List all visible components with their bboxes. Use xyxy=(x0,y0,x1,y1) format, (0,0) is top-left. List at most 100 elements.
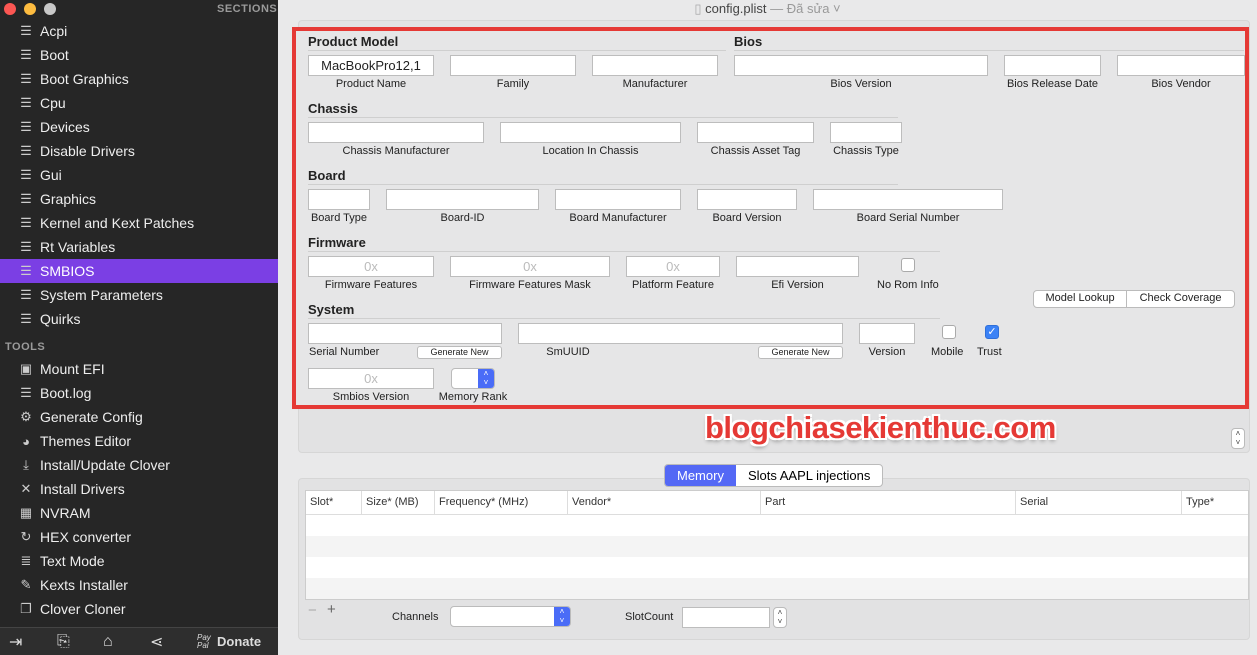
list-icon: ☰ xyxy=(20,23,32,38)
scroll-stepper[interactable]: ˄ ˅ xyxy=(1231,428,1245,449)
platform-feature-input[interactable]: 0x xyxy=(626,256,720,277)
close-window-button[interactable] xyxy=(4,3,16,15)
group-header-firmware: Firmware xyxy=(308,235,366,250)
version-input[interactable] xyxy=(859,323,915,344)
chassis-asset-tag-input[interactable] xyxy=(697,122,814,143)
column-header[interactable]: Size* (MB) xyxy=(361,491,434,514)
board-manufacturer-input[interactable] xyxy=(555,189,681,210)
smbios-version-input[interactable]: 0x xyxy=(308,368,434,389)
location-in-chassis-input[interactable] xyxy=(500,122,681,143)
bios-version-input[interactable] xyxy=(734,55,988,76)
chevron-down-icon[interactable]: ˅ xyxy=(829,1,841,16)
list-icon: ☰ xyxy=(20,47,32,62)
board-serial-input[interactable] xyxy=(813,189,1003,210)
slotcount-input[interactable] xyxy=(682,607,770,628)
channels-popup[interactable]: ˄ ˅ xyxy=(450,606,571,627)
column-header[interactable]: Type* xyxy=(1181,491,1248,514)
donate-button[interactable]: Donate xyxy=(217,634,261,649)
sidebar-item-smbios[interactable]: ☰ SMBIOS xyxy=(0,259,278,283)
board-id-input[interactable] xyxy=(386,189,539,210)
sidebar-item-boot[interactable]: ☰ Boot xyxy=(0,43,278,67)
sidebar-item-label: Cpu xyxy=(40,95,66,111)
generate-smuuid-button[interactable]: Generate New xyxy=(758,346,843,359)
tool-item-generate-config[interactable]: ⚙ Generate Config xyxy=(0,405,278,429)
sidebar-item-label: SMBIOS xyxy=(40,263,95,279)
tool-item-boot-log[interactable]: ☰ Boot.log xyxy=(0,381,278,405)
export-icon[interactable]: ⎘ xyxy=(57,633,70,651)
add-row-button[interactable]: + xyxy=(327,601,336,618)
sidebar-item-cpu[interactable]: ☰ Cpu xyxy=(0,91,278,115)
sidebar-item-kernel-and-kext-patches[interactable]: ☰ Kernel and Kext Patches xyxy=(0,211,278,235)
zoom-window-button[interactable] xyxy=(44,3,56,15)
efi-version-input[interactable] xyxy=(736,256,859,277)
column-header[interactable]: Frequency* (MHz) xyxy=(434,491,567,514)
memory-table[interactable]: Slot* Size* (MB) Frequency* (MHz) Vendor* Pa… xyxy=(305,490,1249,600)
table-row xyxy=(306,557,1248,578)
firmware-features-mask-input[interactable]: 0x xyxy=(450,256,610,277)
version-label: Version xyxy=(868,346,906,358)
tool-item-themes-editor[interactable]: ◕ Themes Editor xyxy=(0,429,278,453)
sections-header: SECTIONS xyxy=(217,3,278,15)
sidebar-item-label: System Parameters xyxy=(40,287,163,303)
firmware-features-mask-label: Firmware Features Mask xyxy=(469,279,591,291)
chassis-manufacturer-input[interactable] xyxy=(308,122,484,143)
tool-item-install-update-clover[interactable]: ⤓ Install/Update Clover xyxy=(0,453,278,477)
firmware-features-input[interactable]: 0x xyxy=(308,256,434,277)
bios-release-date-input[interactable] xyxy=(1004,55,1101,76)
board-type-input[interactable] xyxy=(308,189,370,210)
group-divider xyxy=(308,50,726,51)
sidebar-item-acpi[interactable]: ☰ Acpi xyxy=(0,19,278,43)
bios-vendor-input[interactable] xyxy=(1117,55,1245,76)
tab-memory[interactable]: Memory xyxy=(665,465,736,486)
tool-item-label: Mount EFI xyxy=(40,361,105,377)
sidebar-item-disable-drivers[interactable]: ☰ Disable Drivers xyxy=(0,139,278,163)
share-icon[interactable]: ⋖ xyxy=(150,632,163,652)
mobile-label: Mobile xyxy=(931,346,964,358)
sidebar-item-gui[interactable]: ☰ Gui xyxy=(0,163,278,187)
column-header[interactable]: Slot* xyxy=(306,491,361,514)
home-icon[interactable]: ⌂ xyxy=(103,633,113,651)
list-icon: ☰ xyxy=(20,167,32,182)
tool-item-install-drivers[interactable]: ✕ Install Drivers xyxy=(0,477,278,501)
model-lookup-button[interactable]: Model Lookup xyxy=(1034,291,1128,307)
family-input[interactable] xyxy=(450,55,576,76)
column-header[interactable]: Part xyxy=(760,491,1015,514)
no-rom-info-label: No Rom Info xyxy=(877,279,939,291)
tool-item-kexts-installer[interactable]: ✎ Kexts Installer xyxy=(0,573,278,597)
no-rom-info-checkbox[interactable] xyxy=(901,258,915,272)
list-icon: ☰ xyxy=(20,119,32,134)
serial-number-input[interactable] xyxy=(308,323,502,344)
tool-item-hex-converter[interactable]: ↻ HEX converter xyxy=(0,525,278,549)
remove-row-button[interactable]: − xyxy=(308,602,317,619)
tool-item-nvram[interactable]: ▦ NVRAM xyxy=(0,501,278,525)
generate-serial-button[interactable]: Generate New xyxy=(417,346,502,359)
minimize-window-button[interactable] xyxy=(24,3,36,15)
sidebar-item-boot-graphics[interactable]: ☰ Boot Graphics xyxy=(0,67,278,91)
sidebar-item-graphics[interactable]: ☰ Graphics xyxy=(0,187,278,211)
sidebar-item-label: Devices xyxy=(40,119,90,135)
trust-checkbox[interactable]: ✓ xyxy=(985,325,999,339)
board-version-input[interactable] xyxy=(697,189,797,210)
tool-item-clover-cloner[interactable]: ❐ Clover Cloner xyxy=(0,597,278,621)
product-name-input[interactable]: MacBookPro12,1 xyxy=(308,55,434,76)
mobile-checkbox[interactable] xyxy=(942,325,956,339)
sidebar-item-devices[interactable]: ☰ Devices xyxy=(0,115,278,139)
bios-version-label: Bios Version xyxy=(830,78,892,90)
sidebar-item-system-parameters[interactable]: ☰ System Parameters xyxy=(0,283,278,307)
slotcount-stepper[interactable]: ˄ ˅ xyxy=(773,607,787,628)
tool-item-label: Kexts Installer xyxy=(40,577,128,593)
manufacturer-input[interactable] xyxy=(592,55,718,76)
memory-rank-popup[interactable]: ˄ ˅ xyxy=(451,368,495,389)
check-coverage-button[interactable]: Check Coverage xyxy=(1127,291,1234,307)
sidebar-item-rt-variables[interactable]: ☰ Rt Variables xyxy=(0,235,278,259)
import-icon[interactable]: ⇥ xyxy=(9,632,22,652)
sidebar-item-quirks[interactable]: ☰ Quirks xyxy=(0,307,278,331)
chassis-type-input[interactable] xyxy=(830,122,902,143)
smuuid-input[interactable] xyxy=(518,323,843,344)
column-header[interactable]: Serial xyxy=(1015,491,1181,514)
sidebar-item-label: Boot xyxy=(40,47,69,63)
tool-item-mount-efi[interactable]: ▣ Mount EFI xyxy=(0,357,278,381)
tool-item-text-mode[interactable]: ≣ Text Mode xyxy=(0,549,278,573)
tab-slots-aapl-injections[interactable]: Slots AAPL injections xyxy=(736,465,882,486)
column-header[interactable]: Vendor* xyxy=(567,491,760,514)
